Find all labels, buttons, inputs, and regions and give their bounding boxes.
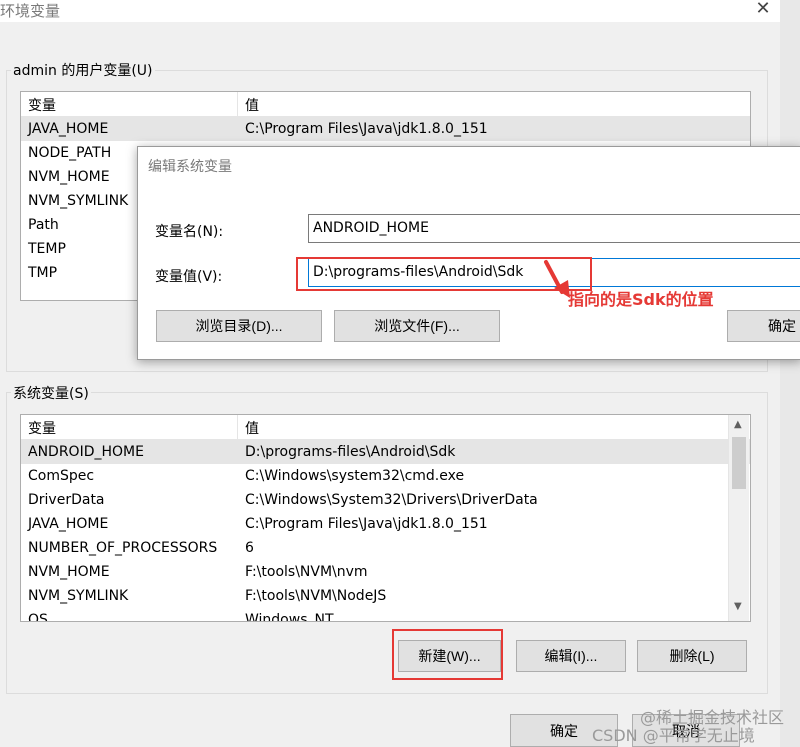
browse-dir-button[interactable]: 浏览目录(D)...	[156, 310, 322, 342]
column-separator[interactable]	[237, 92, 238, 116]
var-value: 6	[245, 540, 254, 556]
var-name: NUMBER_OF_PROCESSORS	[28, 540, 218, 556]
var-value: F:\tools\NVM\NodeJS	[245, 588, 387, 604]
delete-button[interactable]: 删除(L)	[637, 640, 747, 672]
header-variable[interactable]: 变量	[28, 418, 56, 438]
var-value: D:\programs-files\Android\Sdk	[245, 444, 456, 460]
var-value: C:\Program Files\Java\jdk1.8.0_151	[245, 121, 488, 137]
system-vars-list[interactable]: 变量 值 ANDROID_HOME D:\programs-files\Andr…	[20, 414, 751, 622]
close-icon[interactable]: ✕	[748, 0, 778, 20]
new-button-highlight	[392, 629, 503, 680]
var-name: ComSpec	[28, 468, 95, 484]
var-name: TMP	[28, 265, 58, 281]
table-row[interactable]: ComSpec C:\Windows\system32\cmd.exe	[21, 464, 750, 488]
table-row[interactable]: OS Windows_NT	[21, 608, 750, 622]
watermark-csdn: CSDN @平常学无止境	[592, 726, 755, 745]
user-vars-label: admin 的用户变量(U)	[11, 60, 155, 80]
edit-dialog-title: 编辑系统变量	[148, 159, 232, 175]
var-name: TEMP	[28, 241, 66, 257]
var-name-label: 变量名(N):	[155, 224, 224, 240]
system-vars-label: 系统变量(S)	[11, 383, 91, 403]
scroll-up-icon[interactable]: ▲	[734, 419, 742, 430]
var-name-field[interactable]: ANDROID_HOME	[308, 214, 800, 243]
table-row[interactable]: JAVA_HOME C:\Program Files\Java\jdk1.8.0…	[21, 512, 750, 536]
edit-button[interactable]: 编辑(I)...	[516, 640, 626, 672]
table-row[interactable]: JAVA_HOME C:\Program Files\Java\jdk1.8.0…	[21, 117, 750, 141]
header-value[interactable]: 值	[245, 95, 259, 115]
system-vars-header: 变量 值	[21, 415, 750, 440]
var-value: C:\Program Files\Java\jdk1.8.0_151	[245, 516, 488, 532]
var-value: C:\Windows\System32\Drivers\DriverData	[245, 492, 538, 508]
edit-system-var-dialog: 编辑系统变量 变量名(N): ANDROID_HOME 变量值(V): D:\p…	[137, 146, 800, 360]
var-name: JAVA_HOME	[28, 121, 109, 137]
var-name: DriverData	[28, 492, 105, 508]
header-variable[interactable]: 变量	[28, 95, 56, 115]
var-name: JAVA_HOME	[28, 516, 109, 532]
column-separator[interactable]	[237, 415, 238, 439]
table-row[interactable]: DriverData C:\Windows\System32\Drivers\D…	[21, 488, 750, 512]
var-name: NVM_HOME	[28, 169, 110, 185]
background-window	[780, 0, 800, 747]
var-value-label: 变量值(V):	[155, 269, 223, 285]
var-name: NODE_PATH	[28, 145, 112, 161]
var-name: NVM_HOME	[28, 564, 110, 580]
env-vars-dialog: 环境变量 ✕ admin 的用户变量(U) 变量 值 JAVA_HOME C:\…	[0, 0, 780, 747]
header-value[interactable]: 值	[245, 418, 259, 438]
table-row[interactable]: NVM_SYMLINK F:\tools\NVM\NodeJS	[21, 584, 750, 608]
annotation-note: 指向的是Sdk的位置	[568, 290, 714, 309]
title-bar: 环境变量 ✕	[0, 0, 780, 22]
edit-ok-button[interactable]: 确定	[727, 310, 800, 342]
var-value: Windows_NT	[245, 612, 334, 622]
var-value: C:\Windows\system32\cmd.exe	[245, 468, 465, 484]
table-row[interactable]: NVM_HOME F:\tools\NVM\nvm	[21, 560, 750, 584]
browse-file-button[interactable]: 浏览文件(F)...	[334, 310, 500, 342]
var-name: ANDROID_HOME	[28, 444, 144, 460]
table-row[interactable]: ANDROID_HOME D:\programs-files\Android\S…	[21, 440, 750, 464]
var-name: Path	[28, 217, 59, 233]
scroll-thumb[interactable]	[732, 437, 746, 489]
var-name: OS	[28, 612, 48, 622]
window-title: 环境变量	[0, 2, 61, 20]
var-value: F:\tools\NVM\nvm	[245, 564, 368, 580]
user-vars-header: 变量 值	[21, 92, 750, 117]
table-row[interactable]: NUMBER_OF_PROCESSORS 6	[21, 536, 750, 560]
scroll-down-icon[interactable]: ▼	[734, 601, 742, 612]
var-name: NVM_SYMLINK	[28, 588, 129, 604]
var-name: NVM_SYMLINK	[28, 193, 129, 209]
system-vars-scrollbar[interactable]: ▲ ▼	[728, 415, 749, 621]
